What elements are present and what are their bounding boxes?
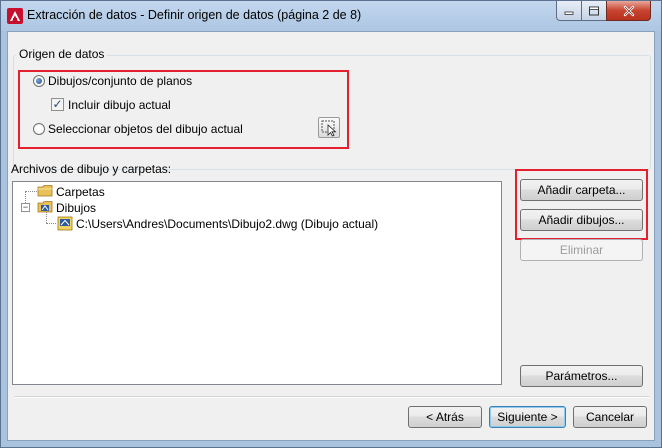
tree-item-label: C:\Users\Andres\Documents\Dibujo2.dwg (D…: [76, 217, 379, 231]
tree-line: [46, 223, 56, 224]
drawings-radio-label[interactable]: Dibujos/conjunto de planos: [48, 74, 192, 88]
tree-line: [25, 191, 37, 192]
dialog-window: Extracción de datos - Definir origen de …: [0, 0, 662, 448]
drawings-folder-icon: [37, 201, 53, 213]
pick-objects-button[interactable]: [318, 117, 340, 138]
select-objects-radio-label[interactable]: Seleccionar objetos del dibujo actual: [48, 122, 243, 136]
data-origin-legend: Origen de datos: [16, 47, 108, 61]
minimize-button[interactable]: [556, 1, 582, 21]
window-title: Extracción de datos - Definir origen de …: [27, 8, 362, 22]
close-icon: [623, 5, 634, 16]
next-button[interactable]: Siguiente >: [489, 406, 566, 428]
tree-item-label: Carpetas: [56, 185, 105, 199]
dwg-file-icon: [57, 216, 73, 231]
maximize-button[interactable]: [581, 1, 607, 21]
add-folder-button[interactable]: Añadir carpeta...: [520, 179, 643, 201]
back-button[interactable]: < Atrás: [408, 406, 482, 428]
tree-item-label: Dibujos: [56, 201, 97, 215]
folder-icon: [37, 185, 53, 197]
files-section-label: Archivos de dibujo y carpetas:: [11, 162, 172, 176]
cancel-button[interactable]: Cancelar: [573, 406, 647, 428]
select-objects-icon: [321, 120, 337, 137]
dialog-client-area: Origen de datos Dibujos/conjunto de plan…: [7, 31, 655, 441]
include-current-label[interactable]: Incluir dibujo actual: [68, 98, 171, 112]
remove-button[interactable]: Eliminar: [520, 239, 643, 261]
footer-separator: [14, 396, 650, 398]
collapse-toggle[interactable]: −: [21, 203, 30, 212]
add-drawings-button[interactable]: Añadir dibujos...: [520, 209, 643, 231]
close-button[interactable]: [606, 1, 651, 21]
files-tree[interactable]: Carpetas − Dibujos C:\Users\Andres\Docum…: [12, 181, 502, 385]
autocad-a-icon: [7, 8, 23, 24]
settings-button[interactable]: Parámetros...: [520, 365, 643, 387]
drawings-radio[interactable]: [33, 75, 45, 87]
select-objects-radio[interactable]: [33, 123, 45, 135]
include-current-checkbox[interactable]: ✓: [51, 98, 64, 111]
minimize-icon: [564, 11, 574, 15]
maximize-icon: [589, 6, 599, 15]
title-bar[interactable]: Extracción de datos - Definir origen de …: [1, 1, 661, 31]
